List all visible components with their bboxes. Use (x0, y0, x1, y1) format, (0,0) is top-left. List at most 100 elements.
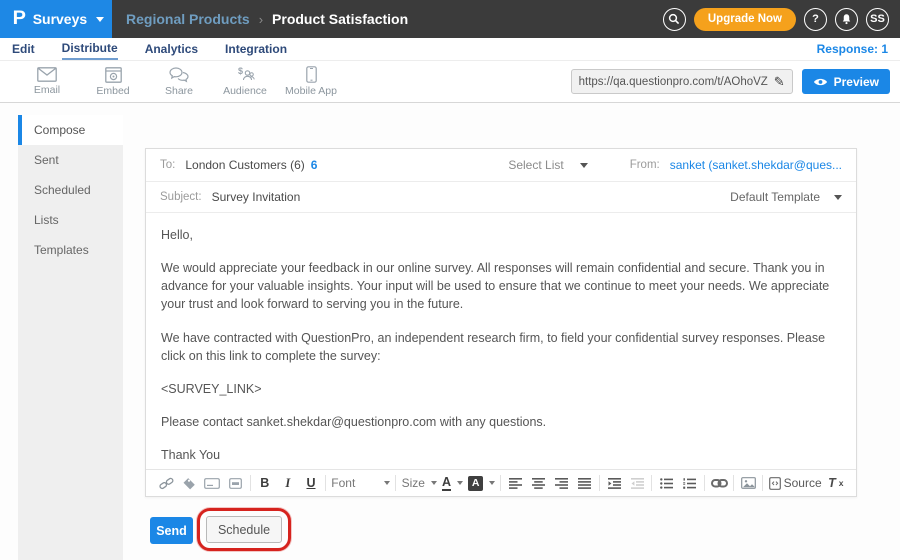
preview-button[interactable]: Preview (802, 69, 890, 94)
tab-analytics[interactable]: Analytics (145, 39, 198, 59)
toolbar-item-label: Embed (96, 85, 129, 97)
email-body-editor[interactable]: Hello, We would appreciate your feedback… (146, 213, 856, 471)
avatar[interactable]: SS (866, 8, 889, 31)
surveys-menu[interactable]: P Surveys (0, 0, 112, 38)
button-icon (229, 478, 242, 489)
insert-button-button[interactable] (226, 472, 244, 494)
size-dropdown[interactable]: Size (402, 472, 437, 494)
smartphone-icon (306, 66, 317, 83)
justify-icon (578, 478, 591, 489)
outdent-icon (631, 478, 644, 489)
select-list-dropdown[interactable]: Select List (508, 158, 587, 172)
avatar-initials: SS (870, 13, 885, 25)
outdent-button[interactable] (628, 472, 646, 494)
insert-survey-link-button[interactable] (157, 472, 175, 494)
justify-button[interactable] (576, 472, 594, 494)
bulleted-list-button[interactable] (658, 472, 676, 494)
sidebar-item-scheduled[interactable]: Scheduled (18, 175, 123, 205)
select-list-label: Select List (508, 158, 563, 172)
header-actions: Upgrade Now ? SS (663, 8, 900, 31)
toolbar-item-email[interactable]: Email (14, 67, 80, 96)
survey-url-input[interactable]: https://qa.questionpro.com/t/AOhoVZfqml … (571, 69, 793, 94)
chevron-down-icon (580, 163, 588, 168)
text-color-button[interactable]: A (442, 472, 463, 494)
from-value[interactable]: sanket (sanket.shekdar@ques... (670, 158, 842, 172)
email-paragraph: Thank You (161, 446, 841, 464)
template-dropdown[interactable]: Default Template (730, 190, 842, 204)
send-button[interactable]: Send (150, 517, 193, 544)
template-label: Default Template (730, 190, 820, 204)
align-right-icon (555, 478, 568, 489)
insert-text-field-button[interactable] (203, 472, 221, 494)
tab-integration[interactable]: Integration (225, 39, 287, 59)
chevron-down-icon (96, 17, 104, 22)
font-dropdown-label: Font (331, 476, 355, 490)
source-button[interactable]: Source (769, 472, 822, 494)
search-icon (668, 13, 680, 25)
toolbar-item-mobile-app[interactable]: Mobile App (278, 66, 344, 97)
subject-label: Subject: (160, 191, 202, 203)
source-button-label: Source (784, 476, 822, 490)
font-dropdown[interactable]: Font (331, 472, 390, 494)
toolbar-divider (325, 475, 326, 491)
align-right-button[interactable] (553, 472, 571, 494)
toolbar-item-share[interactable]: Share (146, 67, 212, 97)
bell-icon (840, 13, 853, 26)
distribute-content: Compose Sent Scheduled Lists Templates T… (0, 103, 900, 560)
pencil-icon[interactable]: ✎ (774, 74, 785, 90)
toolbar-item-label: Email (34, 84, 60, 96)
remove-format-button[interactable]: Tx (827, 472, 845, 494)
image-icon (741, 477, 756, 489)
questionpro-logo: P (13, 8, 26, 30)
sidebar-item-sent[interactable]: Sent (18, 145, 123, 175)
subject-input[interactable]: Survey Invitation (212, 190, 301, 204)
upgrade-now-button[interactable]: Upgrade Now (694, 8, 796, 31)
insert-link-button[interactable] (710, 472, 728, 494)
toolbar-divider (250, 475, 251, 491)
text-color-icon: A (442, 476, 451, 491)
schedule-button[interactable]: Schedule (206, 516, 282, 543)
bold-button[interactable]: B (256, 472, 274, 494)
question-icon: ? (812, 13, 819, 25)
align-center-icon (532, 478, 545, 489)
toolbar-item-label: Audience (223, 85, 267, 97)
align-center-button[interactable] (530, 472, 548, 494)
sidebar-item-compose[interactable]: Compose (18, 115, 123, 145)
response-count: Response: 1 (817, 42, 888, 56)
recipient-count: 6 (311, 158, 318, 172)
size-dropdown-label: Size (402, 476, 425, 490)
background-color-icon: A (468, 476, 483, 491)
sidebar-item-templates[interactable]: Templates (18, 235, 123, 265)
toolbar-item-embed[interactable]: Embed (80, 67, 146, 97)
email-paragraph: <SURVEY_LINK> (161, 380, 841, 398)
underline-button[interactable]: U (302, 472, 320, 494)
search-button[interactable] (663, 8, 686, 31)
tab-edit[interactable]: Edit (12, 39, 35, 59)
chevron-down-icon (457, 481, 463, 485)
background-color-button[interactable]: A (468, 472, 495, 494)
sidebar-item-lists[interactable]: Lists (18, 205, 123, 235)
notifications-button[interactable] (835, 8, 858, 31)
breadcrumb-parent[interactable]: Regional Products (126, 11, 250, 27)
to-row: To: London Customers (6) 6 Select List F… (146, 149, 856, 182)
italic-button[interactable]: I (279, 472, 297, 494)
indent-button[interactable] (605, 472, 623, 494)
align-left-button[interactable] (507, 472, 525, 494)
tab-distribute[interactable]: Distribute (62, 38, 118, 60)
tag-icon (182, 477, 196, 490)
surveys-menu-label: Surveys (33, 11, 87, 27)
svg-text:$: $ (238, 67, 243, 76)
eye-icon (813, 77, 828, 87)
toolbar-item-audience[interactable]: $ Audience (212, 67, 278, 97)
remove-format-sub: x (839, 478, 844, 488)
toolbar-divider (762, 475, 763, 491)
survey-nav: Edit Distribute Analytics Integration Re… (0, 38, 900, 61)
numbered-list-button[interactable] (681, 472, 699, 494)
survey-url-text: https://qa.questionpro.com/t/AOhoVZfqml (579, 76, 768, 88)
recipient-list[interactable]: London Customers (6) (185, 158, 304, 172)
insert-image-button[interactable] (739, 472, 757, 494)
subject-row: Subject: Survey Invitation Default Templ… (146, 182, 856, 213)
schedule-highlight-annotation: Schedule (197, 508, 291, 551)
help-button[interactable]: ? (804, 8, 827, 31)
insert-tag-button[interactable] (180, 472, 198, 494)
